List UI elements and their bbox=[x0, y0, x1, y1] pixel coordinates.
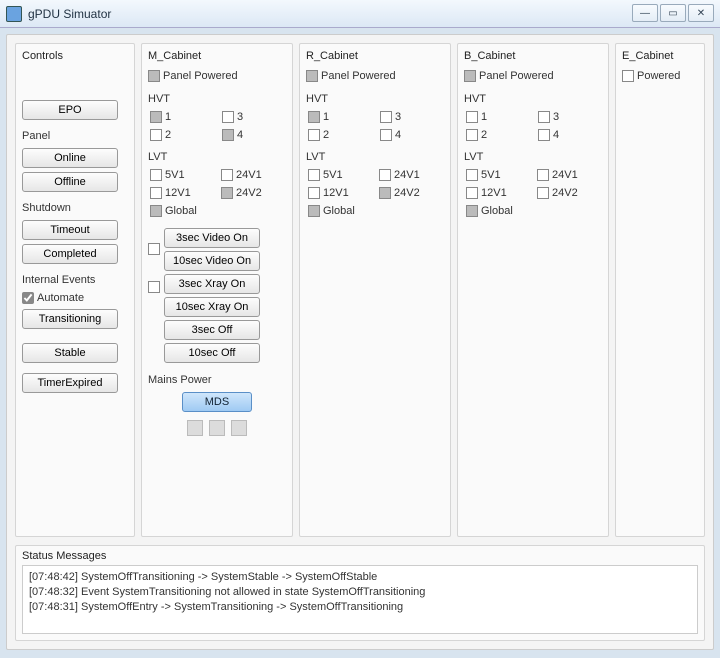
b-lvt-24v1[interactable]: 24V1 bbox=[537, 169, 596, 181]
status-header: Status Messages bbox=[22, 550, 698, 562]
epo-button[interactable]: EPO bbox=[22, 100, 118, 120]
r-lvt-5v1[interactable]: 5V1 bbox=[308, 169, 367, 181]
m-hvt-4[interactable]: 4 bbox=[222, 129, 280, 141]
m-lvt-12v1[interactable]: 12V1 bbox=[150, 187, 209, 199]
internal-events-label: Internal Events bbox=[22, 274, 128, 286]
close-button[interactable]: ✕ bbox=[688, 4, 714, 22]
m-video-group-checkbox[interactable] bbox=[148, 243, 160, 255]
btn-10sec-xray-on[interactable]: 10sec Xray On bbox=[164, 297, 260, 317]
e-powered-checkbox[interactable]: Powered bbox=[622, 70, 680, 82]
r-lvt-12v1[interactable]: 12V1 bbox=[308, 187, 367, 199]
m-hvt-2[interactable]: 2 bbox=[150, 129, 208, 141]
m-panel-powered-checkbox[interactable]: Panel Powered bbox=[148, 70, 238, 82]
panel-e-cabinet: E_Cabinet Powered bbox=[615, 43, 705, 537]
stable-button[interactable]: Stable bbox=[22, 343, 118, 363]
b-lvt-24v2[interactable]: 24V2 bbox=[537, 187, 596, 199]
m-lvt-24v1[interactable]: 24V1 bbox=[221, 169, 280, 181]
status-line: [07:48:31] SystemOffEntry -> SystemTrans… bbox=[29, 600, 691, 615]
r-lvt-24v1[interactable]: 24V1 bbox=[379, 169, 438, 181]
m-lvt-label: LVT bbox=[148, 151, 286, 163]
controls-header: Controls bbox=[22, 50, 128, 62]
m-lvt-24v2[interactable]: 24V2 bbox=[221, 187, 280, 199]
automate-checkbox-label: Automate bbox=[37, 292, 84, 304]
online-button[interactable]: Online bbox=[22, 148, 118, 168]
btn-3sec-xray-on[interactable]: 3sec Xray On bbox=[164, 274, 260, 294]
b-hvt-label: HVT bbox=[464, 93, 602, 105]
b-lvt-5v1[interactable]: 5V1 bbox=[466, 169, 525, 181]
r-cabinet-header: R_Cabinet bbox=[306, 50, 444, 62]
panel-b-cabinet: B_Cabinet Panel Powered HVT 1 3 2 4 LVT … bbox=[457, 43, 609, 537]
r-hvt-1[interactable]: 1 bbox=[308, 111, 366, 123]
mains-power-label: Mains Power bbox=[148, 374, 286, 386]
m-hvt-3[interactable]: 3 bbox=[222, 111, 280, 123]
b-hvt-2[interactable]: 2 bbox=[466, 129, 524, 141]
client-area: Controls EPO Panel Online Offline Shutdo… bbox=[6, 34, 714, 650]
window-title: gPDU Simuator bbox=[28, 7, 111, 21]
b-hvt-1[interactable]: 1 bbox=[466, 111, 524, 123]
btn-3sec-video-on[interactable]: 3sec Video On bbox=[164, 228, 260, 248]
btn-10sec-video-on[interactable]: 10sec Video On bbox=[164, 251, 260, 271]
e-powered-label: Powered bbox=[637, 70, 680, 82]
mds-button[interactable]: MDS bbox=[182, 392, 252, 412]
r-panel-powered-checkbox[interactable]: Panel Powered bbox=[306, 70, 396, 82]
btn-10sec-off[interactable]: 10sec Off bbox=[164, 343, 260, 363]
b-panel-powered-checkbox[interactable]: Panel Powered bbox=[464, 70, 554, 82]
r-lvt-24v2[interactable]: 24V2 bbox=[379, 187, 438, 199]
status-log[interactable]: [07:48:42] SystemOffTransitioning -> Sys… bbox=[22, 565, 698, 634]
r-hvt-4[interactable]: 4 bbox=[380, 129, 438, 141]
b-cabinet-header: B_Cabinet bbox=[464, 50, 602, 62]
transitioning-button[interactable]: Transitioning bbox=[22, 309, 118, 329]
timeout-button[interactable]: Timeout bbox=[22, 220, 118, 240]
completed-button[interactable]: Completed bbox=[22, 244, 118, 264]
b-hvt-3[interactable]: 3 bbox=[538, 111, 596, 123]
m-lvt-5v1[interactable]: 5V1 bbox=[150, 169, 209, 181]
b-hvt-4[interactable]: 4 bbox=[538, 129, 596, 141]
b-lvt-12v1[interactable]: 12V1 bbox=[466, 187, 525, 199]
automate-checkbox[interactable]: Automate bbox=[22, 292, 84, 304]
timer-expired-button[interactable]: TimerExpired bbox=[22, 373, 118, 393]
maximize-button[interactable]: ▭ bbox=[660, 4, 686, 22]
r-hvt-label: HVT bbox=[306, 93, 444, 105]
e-cabinet-header: E_Cabinet bbox=[622, 50, 698, 62]
shutdown-label: Shutdown bbox=[22, 202, 128, 214]
mains-indicator-3 bbox=[231, 420, 247, 436]
panel-label: Panel bbox=[22, 130, 128, 142]
r-lvt-global[interactable]: Global bbox=[308, 205, 438, 217]
panel-r-cabinet: R_Cabinet Panel Powered HVT 1 3 2 4 LVT … bbox=[299, 43, 451, 537]
r-hvt-2[interactable]: 2 bbox=[308, 129, 366, 141]
m-cabinet-header: M_Cabinet bbox=[148, 50, 286, 62]
b-panel-powered-label: Panel Powered bbox=[479, 70, 554, 82]
panel-m-cabinet: M_Cabinet Panel Powered HVT 1 3 2 4 LVT … bbox=[141, 43, 293, 537]
m-panel-powered-label: Panel Powered bbox=[163, 70, 238, 82]
status-messages-panel: Status Messages [07:48:42] SystemOffTran… bbox=[15, 545, 705, 641]
status-line: [07:48:42] SystemOffTransitioning -> Sys… bbox=[29, 570, 691, 585]
m-xray-group-checkbox[interactable] bbox=[148, 281, 160, 293]
b-lvt-global[interactable]: Global bbox=[466, 205, 596, 217]
r-lvt-label: LVT bbox=[306, 151, 444, 163]
m-hvt-1[interactable]: 1 bbox=[150, 111, 208, 123]
b-lvt-label: LVT bbox=[464, 151, 602, 163]
panel-controls: Controls EPO Panel Online Offline Shutdo… bbox=[15, 43, 135, 537]
status-line: [07:48:32] Event SystemTransitioning not… bbox=[29, 585, 691, 600]
app-icon bbox=[6, 6, 22, 22]
m-panel-powered-input[interactable] bbox=[148, 70, 160, 82]
r-hvt-3[interactable]: 3 bbox=[380, 111, 438, 123]
mains-indicator-2 bbox=[209, 420, 225, 436]
m-hvt-label: HVT bbox=[148, 93, 286, 105]
minimize-button[interactable]: — bbox=[632, 4, 658, 22]
r-panel-powered-label: Panel Powered bbox=[321, 70, 396, 82]
window-titlebar: gPDU Simuator — ▭ ✕ bbox=[0, 0, 720, 28]
btn-3sec-off[interactable]: 3sec Off bbox=[164, 320, 260, 340]
automate-checkbox-input[interactable] bbox=[22, 292, 34, 304]
offline-button[interactable]: Offline bbox=[22, 172, 118, 192]
mains-indicator-1 bbox=[187, 420, 203, 436]
m-lvt-global[interactable]: Global bbox=[150, 205, 280, 217]
